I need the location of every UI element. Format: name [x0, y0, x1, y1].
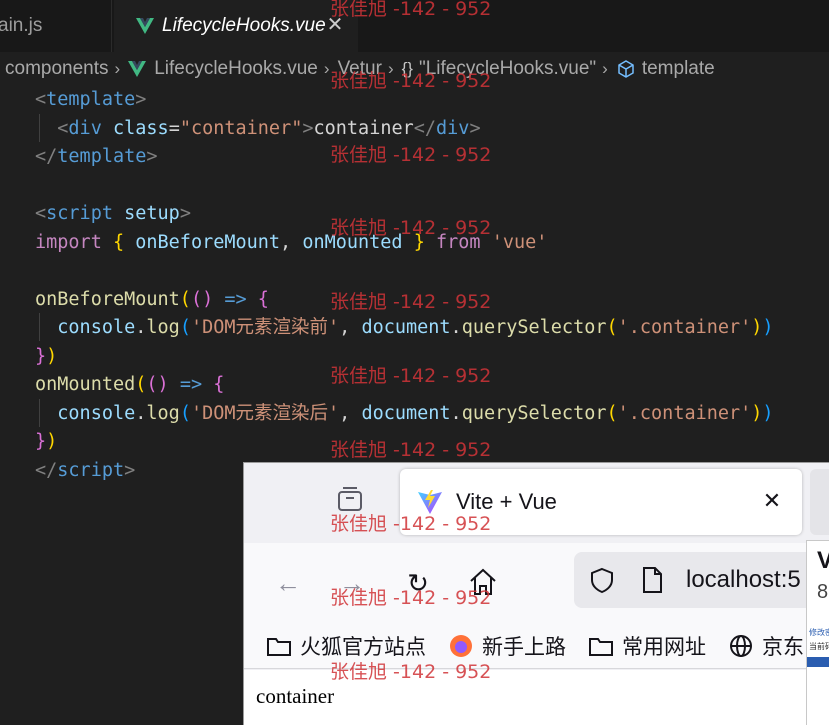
- side-popup: V 8 修改密 当前码: [806, 540, 829, 725]
- back-icon[interactable]: ←: [268, 563, 308, 603]
- breadcrumb-file[interactable]: LifecycleHooks.vue: [128, 58, 318, 80]
- code-line: </template>: [35, 146, 158, 167]
- code-line: onMounted(() => {: [35, 374, 225, 395]
- bookmark-item[interactable]: 新手上路: [448, 631, 566, 661]
- code-line: import { onBeforeMount, onMounted } from…: [35, 231, 548, 253]
- chevron-right-icon: ›: [387, 59, 394, 78]
- breadcrumb-file-label: LifecycleHooks.vue: [154, 58, 318, 79]
- shield-icon[interactable]: [588, 566, 616, 594]
- chevron-right-icon: ›: [323, 59, 330, 78]
- tab-label: ain.js: [0, 15, 43, 36]
- tab-label: LifecycleHooks.vue: [162, 15, 326, 36]
- breadcrumb-folder[interactable]: components: [5, 58, 109, 80]
- home-icon[interactable]: [466, 565, 500, 599]
- code-line: <template>: [35, 89, 147, 110]
- close-icon[interactable]: ✕: [324, 14, 346, 36]
- chevron-right-icon: ›: [114, 59, 121, 78]
- url-bar[interactable]: localhost:5: [574, 552, 829, 608]
- code-line: <div class="container">container</div>: [57, 117, 481, 139]
- breadcrumb-node[interactable]: template: [616, 58, 715, 80]
- breadcrumb-module-label: "LifecycleHooks.vue": [418, 58, 597, 79]
- bookmarks-toolbar: 火狐官方站点 新手上路 常用网址 京东: [244, 623, 829, 669]
- reload-icon[interactable]: ↻: [398, 563, 438, 603]
- firefox-view-icon[interactable]: [334, 483, 366, 515]
- chevron-right-icon: ›: [602, 59, 608, 78]
- page-content: container: [244, 670, 829, 725]
- tab-lifecyclehooks-vue[interactable]: LifecycleHooks.vue ✕: [114, 0, 358, 52]
- firefox-window: Vite + Vue ✕ ← → ↻ localhost:5 火狐官方站点 新手…: [243, 462, 829, 725]
- globe-icon: [730, 634, 752, 657]
- folder-icon: [267, 637, 291, 656]
- side-popup-bar: [807, 657, 829, 667]
- forward-icon[interactable]: →: [332, 563, 372, 603]
- container-text: container: [256, 684, 335, 708]
- code-line: }): [35, 345, 58, 367]
- close-icon[interactable]: ✕: [760, 489, 784, 513]
- firefox-tab-strip: Vite + Vue ✕: [244, 463, 829, 543]
- code-line: }): [35, 431, 58, 452]
- editor-tab-bar: ain.js LifecycleHooks.vue ✕: [0, 0, 829, 52]
- breadcrumb-node-label: template: [641, 58, 715, 79]
- vue-file-icon: [136, 18, 154, 34]
- page-icon[interactable]: [640, 566, 664, 594]
- bookmark-item[interactable]: 火狐官方站点: [266, 631, 426, 661]
- browser-tab-other[interactable]: [810, 469, 829, 535]
- bookmark-item[interactable]: 京东: [728, 631, 804, 661]
- code-line: </script>: [35, 459, 136, 481]
- code-line: <script setup>: [35, 203, 191, 224]
- browser-tab-title: Vite + Vue: [456, 489, 557, 514]
- vite-logo-icon: [418, 490, 442, 514]
- code-line: onBeforeMount(() => {: [35, 288, 269, 310]
- browser-tab-vite[interactable]: Vite + Vue ✕: [400, 469, 802, 535]
- code-line: console.log('DOM元素渲染后', document.querySe…: [57, 402, 774, 424]
- firefox-nav-bar: ← → ↻ localhost:5: [244, 543, 829, 623]
- folder-icon: [589, 637, 613, 656]
- breadcrumb: components › LifecycleHooks.vue › Vetur …: [0, 55, 829, 83]
- cube-icon: [618, 60, 634, 78]
- code-line: console.log('DOM元素渲染前', document.querySe…: [57, 317, 774, 338]
- vue-file-icon: [128, 61, 147, 77]
- breadcrumb-vetur[interactable]: Vetur: [338, 58, 382, 80]
- firefox-logo-icon: [450, 634, 472, 657]
- tab-main-js[interactable]: ain.js: [0, 0, 112, 52]
- bookmark-item[interactable]: 常用网址: [588, 631, 706, 661]
- braces-icon: {}: [401, 59, 413, 78]
- breadcrumb-module[interactable]: {} "LifecycleHooks.vue": [402, 58, 597, 80]
- url-text: localhost:5: [686, 566, 801, 593]
